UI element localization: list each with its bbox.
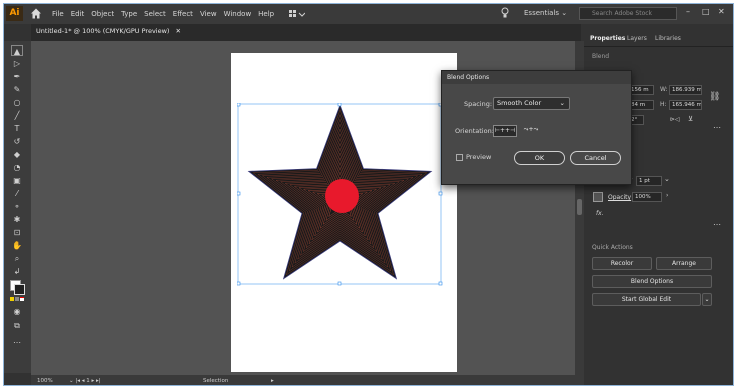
global-edit-dropdown-icon[interactable]: ⌄ (702, 293, 712, 306)
menu-window[interactable]: Window (224, 10, 252, 18)
blend-options-button[interactable]: Blend Options (592, 275, 712, 288)
spacing-label: Spacing: (464, 100, 493, 108)
close-tab-icon[interactable]: ✕ (176, 27, 181, 35)
menu-bar: Ai File Edit Object Type Select Effect V… (4, 4, 733, 24)
paintbrush-tool-icon[interactable]: ╱ (11, 110, 23, 121)
red-circle (325, 179, 359, 213)
arrange-button[interactable]: Arrange (656, 257, 712, 270)
align-to-path-icon[interactable]: ⤳+⤳ (519, 125, 543, 137)
tools-panel: ▲ ▷ ✒ ✎ ○ ╱ T ↺ ◆ ◔ ▣ ⁄ ⚬ ✱ ⊡ ✋ ⌕ ↲ ◉ ⧉ … (4, 41, 31, 373)
curvature-tool-icon[interactable]: ✎ (11, 84, 23, 95)
zoom-tool-icon[interactable]: ⌕ (11, 253, 23, 264)
opacity-swatch[interactable] (593, 192, 603, 202)
document-tab[interactable]: Untitled-1* @ 100% (CMYK/GPU Preview) ✕ (36, 27, 181, 39)
menu-object[interactable]: Object (91, 10, 114, 18)
home-icon[interactable] (30, 7, 42, 20)
hand-tool-icon[interactable]: ✋ (11, 240, 23, 251)
selection-tool-icon[interactable]: ▲ (11, 45, 23, 56)
h-field[interactable]: 165.946 m (669, 100, 702, 110)
menu-edit[interactable]: Edit (71, 10, 85, 18)
selection-type-label: Blend (592, 53, 610, 60)
orientation-label: Orientation: (455, 127, 494, 135)
w-field[interactable]: 186.939 m (669, 85, 702, 95)
draw-mode-icon[interactable]: ◉ (11, 306, 23, 317)
h-label: H: (660, 101, 667, 108)
menu-select[interactable]: Select (144, 10, 166, 18)
rotate-tool-icon[interactable]: ↺ (11, 136, 23, 147)
document-tab-bar: Untitled-1* @ 100% (CMYK/GPU Preview) ✕ (31, 24, 581, 41)
w-label: W: (660, 86, 668, 93)
app-logo: Ai (6, 6, 23, 21)
swap-colors-icon[interactable]: ↲ (11, 266, 23, 277)
scroll-thumb[interactable] (577, 199, 582, 215)
status-bar: 100% ⌄ |◂ ◂ 1 ▸ ▸| Selection ▸ (31, 375, 584, 385)
symbol-sprayer-tool-icon[interactable]: ✱ (11, 214, 23, 225)
workspace-dropdown[interactable]: Essentials ⌄ (524, 9, 567, 17)
document-tab-label: Untitled-1* @ 100% (CMYK/GPU Preview) (36, 27, 170, 35)
more-appearance-icon[interactable]: ⋯ (713, 220, 721, 229)
cancel-button[interactable]: Cancel (570, 151, 621, 165)
pen-tool-icon[interactable]: ✒ (11, 71, 23, 82)
opacity-label[interactable]: Opacity (608, 194, 631, 201)
preview-label: Preview (466, 153, 492, 161)
tab-libraries[interactable]: Libraries (655, 35, 681, 42)
tab-layers[interactable]: Layers (627, 35, 647, 42)
main-menu: File Edit Object Type Select Effect View… (52, 10, 274, 18)
flip-vertical-icon[interactable]: ⊻ (688, 115, 693, 123)
menu-effect[interactable]: Effect (173, 10, 193, 18)
workspace-switcher-icon[interactable] (289, 9, 305, 19)
chevron-down-icon: ⌄ (559, 99, 565, 107)
maximize-icon[interactable]: □ (702, 7, 710, 16)
more-tools-icon[interactable]: ⋯ (11, 337, 23, 348)
free-transform-tool-icon[interactable]: ▣ (11, 175, 23, 186)
constrain-proportions-icon[interactable]: ⛓ (709, 92, 720, 102)
lightbulb-icon[interactable] (501, 7, 509, 19)
opacity-field[interactable]: 100% (632, 192, 662, 202)
align-to-page-icon[interactable]: ⊢++⊣ (493, 125, 517, 137)
blend-star-artwork[interactable] (237, 103, 443, 287)
opacity-arrow-icon[interactable]: › (666, 192, 668, 199)
artboard-tool-icon[interactable]: ⊡ (11, 227, 23, 238)
ok-button[interactable]: OK (514, 151, 565, 165)
artboard-nav-icon[interactable]: ⌄ |◂ ◂ 1 ▸ ▸| (69, 378, 101, 384)
screen-mode-icon[interactable]: ⧉ (11, 320, 23, 331)
menu-file[interactable]: File (52, 10, 64, 18)
stroke-weight-field[interactable]: 1 pt (636, 176, 662, 186)
quick-actions-label: Quick Actions (592, 244, 633, 251)
fill-stroke-swatch[interactable] (10, 280, 25, 295)
fx-label[interactable]: fx. (596, 210, 604, 217)
illustrator-window: Ai File Edit Object Type Select Effect V… (3, 3, 734, 386)
shape-builder-tool-icon[interactable]: ◔ (11, 162, 23, 173)
start-global-edit-button[interactable]: Start Global Edit (592, 293, 701, 306)
spacing-value: Smooth Color (497, 99, 542, 107)
menu-type[interactable]: Type (121, 10, 137, 18)
panel-tabs: Properties Layers Libraries (584, 32, 733, 47)
blend-options-dialog: Blend Options Spacing: Smooth Color ⌄ Or… (441, 70, 632, 185)
menu-view[interactable]: View (200, 10, 217, 18)
spacing-select[interactable]: Smooth Color ⌄ (493, 97, 570, 110)
current-tool-label: Selection (203, 378, 229, 384)
blend-tool-icon[interactable]: ⚬ (11, 201, 23, 212)
dialog-title: Blend Options (442, 71, 631, 84)
preview-checkbox[interactable] (456, 154, 463, 161)
menu-help[interactable]: Help (258, 10, 274, 18)
zoom-level[interactable]: 100% (37, 378, 53, 384)
workspace-label: Essentials (524, 9, 560, 17)
stroke-dropdown-icon[interactable]: ⌄ (664, 175, 670, 183)
type-tool-icon[interactable]: T (11, 123, 23, 134)
stock-search-input[interactable]: Search Adobe Stock (579, 7, 677, 20)
tab-properties[interactable]: Properties (590, 35, 625, 42)
recolor-button[interactable]: Recolor (592, 257, 652, 270)
color-mode-icons[interactable] (10, 297, 26, 302)
eraser-tool-icon[interactable]: ◆ (11, 149, 23, 160)
minimize-icon[interactable]: – (686, 7, 690, 16)
close-icon[interactable]: ✕ (718, 7, 725, 16)
eyedropper-tool-icon[interactable]: ⁄ (11, 188, 23, 199)
more-options-icon[interactable]: ⋯ (713, 123, 721, 132)
ellipse-tool-icon[interactable]: ○ (11, 97, 23, 108)
status-arrow-icon[interactable]: ▸ (271, 378, 274, 384)
flip-horizontal-icon[interactable]: ⊳◁ (670, 116, 680, 123)
direct-selection-tool-icon[interactable]: ▷ (11, 58, 23, 69)
